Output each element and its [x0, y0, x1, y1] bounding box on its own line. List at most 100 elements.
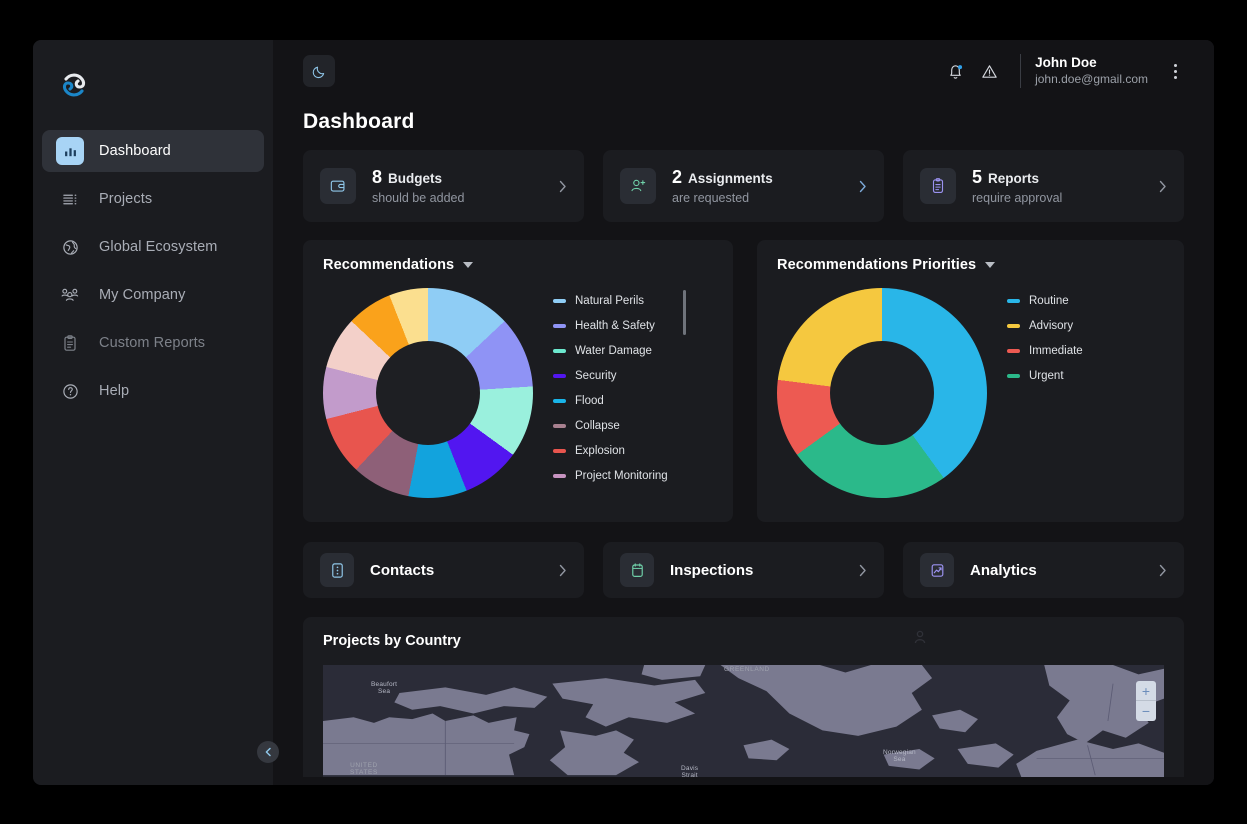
sidebar-item-dashboard[interactable]: Dashboard — [42, 130, 264, 172]
charts-row: Recommendations Natural Perils Health & S… — [303, 240, 1184, 522]
topbar: John Doe john.doe@gmail.com — [273, 40, 1214, 102]
panel-header: Recommendations — [303, 240, 733, 273]
sidebar-item-help[interactable]: Help — [42, 370, 264, 412]
legend-swatch — [1007, 348, 1020, 353]
dashboard-content: Dashboard 8 Budgets should be added 2 As… — [273, 110, 1214, 777]
stat-subtitle: should be added — [372, 191, 465, 206]
recommendations-legend: Natural Perils Health & Safety Water Damag… — [553, 288, 693, 488]
chevron-right-icon[interactable] — [1159, 564, 1167, 577]
user-email: john.doe@gmail.com — [1035, 71, 1148, 86]
stat-label: Budgets — [388, 170, 443, 186]
map-zoom-out-button[interactable]: − — [1136, 701, 1156, 721]
stat-number: 8 — [372, 166, 383, 187]
caret-down-icon[interactable] — [985, 262, 996, 268]
legend-label: Natural Perils — [575, 294, 645, 307]
legend-item[interactable]: Health & Safety — [553, 313, 693, 338]
user-profile[interactable]: John Doe john.doe@gmail.com — [1035, 55, 1148, 87]
recommendations-priorities-panel: Recommendations Priorities Routine Adviso… — [757, 240, 1184, 522]
legend-label: Collapse — [575, 419, 620, 432]
legend-swatch — [1007, 323, 1020, 328]
action-label: Contacts — [370, 561, 435, 579]
legend-item[interactable]: Immediate — [1007, 338, 1157, 363]
legend-item[interactable]: Natural Perils — [553, 288, 693, 313]
stat-text: 8 Budgets should be added — [372, 166, 464, 207]
stat-card-assignments[interactable]: 2 Assignments are requested — [603, 150, 884, 222]
legend-item[interactable]: Water Damage — [553, 338, 693, 363]
stat-card-budgets[interactable]: 8 Budgets should be added — [303, 150, 584, 222]
stat-number: 5 — [972, 166, 983, 187]
sidebar-item-label: Dashboard — [99, 143, 171, 159]
chevron-right-icon[interactable] — [859, 564, 867, 577]
legend-item[interactable]: Project Monitoring — [553, 463, 693, 488]
recommendations-panel: Recommendations Natural Perils Health & S… — [303, 240, 733, 522]
stat-text: 2 Assignments are requested — [672, 166, 773, 207]
sidebar-item-label: Help — [99, 383, 130, 399]
stat-text: 5 Reports require approval — [972, 166, 1062, 207]
map-header: Projects by Country — [303, 617, 1184, 649]
brand-logo[interactable] — [57, 60, 113, 110]
map-landmass — [323, 665, 1164, 777]
sidebar-item-label: Global Ecosystem — [99, 239, 218, 255]
legend-label: Advisory — [1029, 319, 1074, 332]
legend-swatch — [553, 398, 566, 403]
legend-item[interactable]: Security — [553, 363, 693, 388]
sidebar-item-global-ecosystem[interactable]: Global Ecosystem — [42, 226, 264, 268]
action-card-row: Contacts Inspections Analytics — [303, 542, 1184, 598]
stat-card-reports[interactable]: 5 Reports require approval — [903, 150, 1184, 222]
action-card-analytics[interactable]: Analytics — [903, 542, 1184, 598]
sidebar-item-my-company[interactable]: My Company — [42, 274, 264, 316]
sidebar-collapse-button[interactable] — [257, 741, 279, 763]
stat-subtitle: are requested — [672, 191, 750, 206]
stat-headline: 5 Reports — [972, 166, 1062, 189]
sidebar-item-custom-reports[interactable]: Custom Reports — [42, 322, 264, 364]
chevron-right-icon[interactable] — [559, 564, 567, 577]
theme-toggle-button[interactable] — [303, 55, 335, 87]
legend-label: Immediate — [1029, 344, 1083, 357]
wallet-icon — [320, 168, 356, 204]
stat-card-row: 8 Budgets should be added 2 Assignments … — [303, 150, 1184, 222]
overflow-menu-button[interactable] — [1166, 56, 1184, 86]
action-card-inspections[interactable]: Inspections — [603, 542, 884, 598]
globe-icon — [56, 233, 84, 261]
legend-label: Flood — [575, 394, 604, 407]
sidebar-item-label: Custom Reports — [99, 335, 206, 351]
stat-label: Assignments — [688, 170, 773, 186]
projects-by-country-panel: Projects by Country + − Beaufort Sea GRE… — [303, 617, 1184, 777]
user-name: John Doe — [1035, 55, 1097, 71]
alerts-button[interactable] — [972, 54, 1006, 88]
caret-down-icon[interactable] — [463, 262, 474, 268]
chevron-right-icon[interactable] — [559, 180, 567, 193]
main-content: John Doe john.doe@gmail.com Dashboard 8 … — [273, 40, 1214, 785]
sidebar: Dashboard Projects Global Ecosystem My C… — [33, 40, 279, 785]
legend-swatch — [553, 323, 566, 328]
map-canvas[interactable]: + − Beaufort Sea GREENLAND Davis Strait Nor… — [323, 665, 1164, 777]
topbar-divider — [1020, 54, 1022, 88]
legend-swatch — [1007, 373, 1020, 378]
action-label: Analytics — [970, 561, 1037, 579]
legend-item[interactable]: Urgent — [1007, 363, 1157, 388]
stat-subtitle: require approval — [972, 191, 1063, 206]
legend-item[interactable]: Collapse — [553, 413, 693, 438]
legend-item[interactable]: Flood — [553, 388, 693, 413]
legend-scrollbar[interactable] — [683, 290, 686, 335]
stat-label: Reports — [988, 170, 1040, 186]
sidebar-item-label: My Company — [99, 287, 186, 303]
clipboard-icon — [56, 329, 84, 357]
notifications-button[interactable] — [938, 54, 972, 88]
legend-item[interactable]: Routine — [1007, 288, 1157, 313]
donut-ring — [323, 288, 533, 498]
action-card-contacts[interactable]: Contacts — [303, 542, 584, 598]
stat-headline: 8 Budgets — [372, 166, 464, 189]
legend-item[interactable]: Advisory — [1007, 313, 1157, 338]
line-chart-icon — [920, 553, 954, 587]
clipboard-list-icon — [920, 168, 956, 204]
map-zoom-in-button[interactable]: + — [1136, 681, 1156, 701]
legend-item[interactable]: Explosion — [553, 438, 693, 463]
chevron-right-icon[interactable] — [1159, 180, 1167, 193]
app-window: Dashboard Projects Global Ecosystem My C… — [33, 40, 1214, 785]
legend-swatch — [553, 473, 566, 478]
sidebar-item-projects[interactable]: Projects — [42, 178, 264, 220]
chevron-right-icon[interactable] — [859, 180, 867, 193]
legend-label: Health & Safety — [575, 319, 655, 332]
legend-label: Explosion — [575, 444, 625, 457]
